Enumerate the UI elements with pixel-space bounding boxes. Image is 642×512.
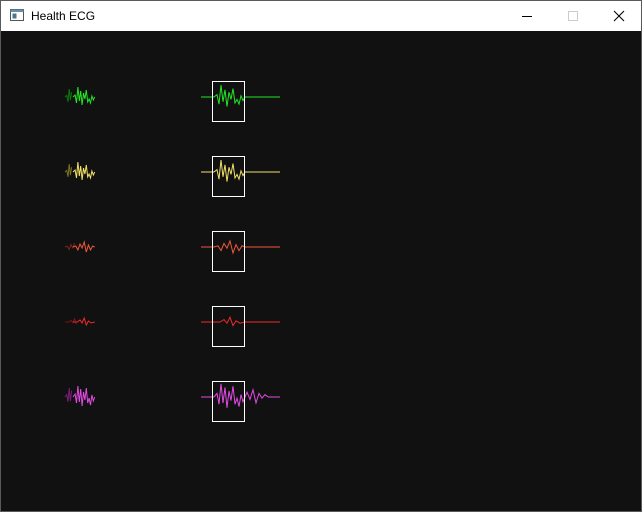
- ecg-preview-shadow-trace: [64, 242, 76, 251]
- close-button[interactable]: [596, 1, 642, 31]
- ecg-preview-trace: [72, 86, 96, 106]
- ecg-preview-shadow-trace: [64, 163, 73, 177]
- ecg-waveform: [213, 159, 246, 182]
- ecg-lead-row: [64, 231, 280, 272]
- minimize-button[interactable]: [504, 1, 550, 31]
- close-icon: [613, 10, 625, 22]
- ecg-frame-box: [212, 231, 245, 272]
- ecg-waveform: [213, 383, 269, 408]
- minimize-icon: [522, 16, 532, 17]
- ecg-frame-box: [212, 306, 245, 347]
- ecg-waveform: [214, 315, 246, 327]
- ecg-waveform: [213, 84, 246, 107]
- ecg-preview-trace: [72, 385, 96, 407]
- ecg-preview-trace: [72, 161, 96, 181]
- ecg-window: Health ECG: [0, 0, 642, 512]
- window-app-icon: [10, 9, 24, 21]
- ecg-canvas: [64, 81, 280, 422]
- ecg-canvas-area: [1, 31, 641, 511]
- ecg-preview-shadow-trace: [64, 88, 73, 102]
- maximize-icon: [568, 11, 578, 21]
- ecg-lead-row: [64, 81, 280, 122]
- title-bar[interactable]: Health ECG: [1, 1, 641, 31]
- ecg-preview-trace: [72, 240, 95, 253]
- window-title: Health ECG: [31, 9, 96, 23]
- maximize-button[interactable]: [550, 1, 596, 31]
- ecg-waveform: [213, 239, 246, 255]
- ecg-lead-row: [64, 156, 280, 197]
- ecg-lead-row: [65, 306, 280, 347]
- ecg-preview-shadow-trace: [64, 388, 73, 402]
- ecg-lead-row: [64, 381, 280, 422]
